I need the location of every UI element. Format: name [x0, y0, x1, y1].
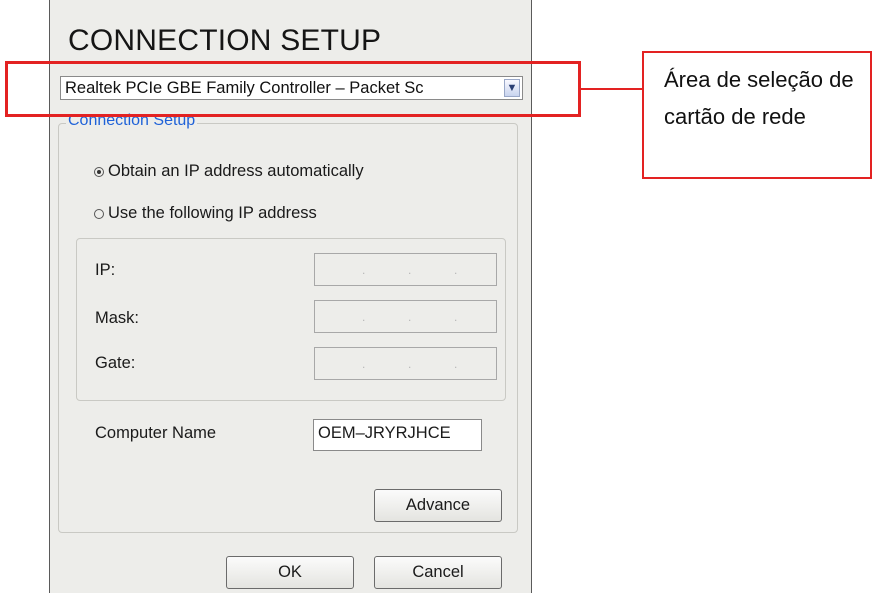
mask-label: Mask:: [95, 309, 140, 327]
ip-address-field[interactable]: . . .: [314, 253, 497, 286]
ip-octet-separator: .: [454, 310, 458, 324]
ip-label: IP:: [95, 261, 116, 279]
mask-address-field[interactable]: . . .: [314, 300, 497, 333]
computer-name-input[interactable]: OEM–JRYRJHCE: [313, 419, 482, 451]
computer-name-label: Computer Name: [95, 424, 217, 442]
radio-obtain-ip-automatically[interactable]: Obtain an IP address automatically: [94, 162, 364, 181]
gateway-address-field[interactable]: . . .: [314, 347, 497, 380]
ip-octet-separator: .: [454, 357, 458, 371]
annotation-connector-line: [581, 88, 642, 90]
radio-manual-label: Use the following IP address: [108, 204, 317, 222]
ip-octet-separator: .: [362, 357, 366, 371]
cancel-button[interactable]: Cancel: [374, 556, 502, 589]
radio-unchecked-icon[interactable]: [94, 209, 104, 219]
annotation-callout-text: Área de seleção de cartão de rede: [664, 67, 854, 129]
advance-button[interactable]: Advance: [374, 489, 502, 522]
page-title: CONNECTION SETUP: [68, 24, 382, 57]
ok-button[interactable]: OK: [226, 556, 354, 589]
ip-octet-separator: .: [454, 263, 458, 277]
ip-octet-separator: .: [362, 263, 366, 277]
ip-octet-separator: .: [408, 310, 412, 324]
ip-octet-separator: .: [408, 263, 412, 277]
radio-use-following-ip[interactable]: Use the following IP address: [94, 204, 317, 223]
ip-octet-separator: .: [362, 310, 366, 324]
ip-octet-separator: .: [408, 357, 412, 371]
annotation-callout: Área de seleção de cartão de rede: [642, 51, 872, 179]
gate-label: Gate:: [95, 354, 136, 372]
radio-auto-label: Obtain an IP address automatically: [108, 162, 364, 180]
annotation-highlight-box: [5, 61, 581, 117]
radio-checked-icon[interactable]: [94, 167, 104, 177]
